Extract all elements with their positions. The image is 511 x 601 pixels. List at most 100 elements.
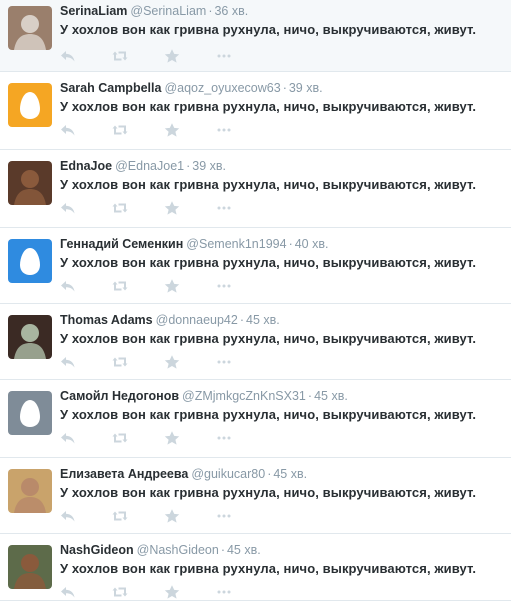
tweet-actions (60, 200, 268, 216)
reply-icon[interactable] (60, 279, 76, 293)
tweet-timestamp[interactable]: 45 хв. (273, 467, 307, 481)
tweet-item[interactable]: Thomas Adams @donnaeup42 · 45 хв. У хохлов в… (0, 304, 511, 380)
author-handle[interactable]: @SerinaLiam (130, 4, 206, 18)
author-name[interactable]: EdnaJoe (60, 159, 112, 173)
tweet-header: SerinaLiam @SerinaLiam · 36 хв. (60, 4, 248, 19)
tweet-actions (60, 508, 268, 524)
avatar[interactable] (8, 161, 52, 205)
avatar[interactable] (8, 469, 52, 513)
retweet-icon[interactable] (112, 585, 128, 599)
tweet-text: У хохлов вон как гривна рухнула, ничо, в… (60, 331, 477, 346)
tweet-timestamp[interactable]: 39 хв. (192, 159, 226, 173)
retweet-icon[interactable] (112, 49, 128, 63)
more-icon[interactable] (216, 355, 232, 369)
favorite-icon[interactable] (164, 355, 180, 369)
reply-icon[interactable] (60, 509, 76, 523)
tweet-item[interactable]: SerinaLiam @SerinaLiam · 36 хв. У хохлов вон… (0, 0, 511, 72)
author-name[interactable]: NashGideon (60, 543, 134, 557)
separator-dot: · (267, 467, 272, 481)
tweet-timestamp[interactable]: 36 хв. (214, 4, 248, 18)
reply-icon[interactable] (60, 123, 76, 137)
tweet-text: У хохлов вон как гривна рухнула, ничо, в… (60, 407, 477, 422)
tweet-actions (60, 278, 268, 294)
separator-dot: · (186, 159, 191, 173)
tweet-item[interactable]: Самойл Недогонов @ZMjmkgcZnKnSX31 · 45 хв. У… (0, 380, 511, 458)
more-icon[interactable] (216, 279, 232, 293)
retweet-icon[interactable] (112, 355, 128, 369)
separator-dot: · (239, 313, 245, 327)
more-icon[interactable] (216, 201, 232, 215)
tweet-header: Елизавета Андреева @guikucar80 · 45 хв. (60, 467, 307, 482)
tweet-timeline: SerinaLiam @SerinaLiam · 36 хв. У хохлов вон… (0, 0, 511, 601)
more-icon[interactable] (216, 509, 232, 523)
tweet-text: У хохлов вон как гривна рухнула, ничо, в… (60, 99, 477, 114)
retweet-icon[interactable] (112, 431, 128, 445)
retweet-icon[interactable] (112, 201, 128, 215)
tweet-text: У хохлов вон как гривна рухнула, ничо, в… (60, 255, 477, 270)
separator-dot: · (307, 389, 313, 403)
tweet-header: NashGideon @NashGideon · 45 хв. (60, 543, 261, 558)
tweet-item[interactable]: NashGideon @NashGideon · 45 хв. У хохлов вон… (0, 534, 511, 601)
tweet-header: Thomas Adams @donnaeup42 · 45 хв. (60, 313, 280, 328)
author-name[interactable]: SerinaLiam (60, 4, 127, 18)
author-handle[interactable]: @NashGideon (137, 543, 219, 557)
tweet-timestamp[interactable]: 39 хв. (289, 81, 323, 95)
reply-icon[interactable] (60, 49, 76, 63)
more-icon[interactable] (216, 49, 232, 63)
author-name[interactable]: Sarah Campbella (60, 81, 161, 95)
avatar[interactable] (8, 239, 52, 283)
tweet-actions (60, 430, 268, 446)
more-icon[interactable] (216, 431, 232, 445)
favorite-icon[interactable] (164, 49, 180, 63)
tweet-timestamp[interactable]: 45 хв. (246, 313, 280, 327)
favorite-icon[interactable] (164, 509, 180, 523)
author-handle[interactable]: @donnaeup42 (156, 313, 238, 327)
tweet-timestamp[interactable]: 45 хв. (227, 543, 261, 557)
tweet-actions (60, 48, 268, 64)
author-name[interactable]: Thomas Adams (60, 313, 153, 327)
reply-icon[interactable] (60, 355, 76, 369)
favorite-icon[interactable] (164, 201, 180, 215)
favorite-icon[interactable] (164, 585, 180, 599)
favorite-icon[interactable] (164, 123, 180, 137)
tweet-item[interactable]: Sarah Campbella @aqoz_oyuxecow63 · 39 хв. У … (0, 72, 511, 150)
tweet-actions (60, 584, 268, 600)
author-handle[interactable]: @aqoz_oyuxecow63 (164, 81, 280, 95)
avatar[interactable] (8, 83, 52, 127)
tweet-item[interactable]: EdnaJoe @EdnaJoe1 · 39 хв. У хохлов вон как … (0, 150, 511, 228)
tweet-header: Геннадий Семенкин @Semenk1n1994 · 40 хв. (60, 237, 328, 252)
reply-icon[interactable] (60, 585, 76, 599)
tweet-timestamp[interactable]: 45 хв. (314, 389, 348, 403)
retweet-icon[interactable] (112, 123, 128, 137)
tweet-timestamp[interactable]: 40 хв. (295, 237, 329, 251)
avatar[interactable] (8, 6, 52, 50)
avatar[interactable] (8, 545, 52, 589)
tweet-text: У хохлов вон как гривна рухнула, ничо, в… (60, 177, 477, 192)
favorite-icon[interactable] (164, 431, 180, 445)
favorite-icon[interactable] (164, 279, 180, 293)
author-name[interactable]: Самойл Недогонов (60, 389, 179, 403)
reply-icon[interactable] (60, 201, 76, 215)
avatar[interactable] (8, 391, 52, 435)
author-handle[interactable]: @EdnaJoe1 (115, 159, 184, 173)
tweet-item[interactable]: Геннадий Семенкин @Semenk1n1994 · 40 хв. У х… (0, 228, 511, 304)
tweet-header: EdnaJoe @EdnaJoe1 · 39 хв. (60, 159, 226, 174)
author-handle[interactable]: @guikucar80 (191, 467, 265, 481)
tweet-actions (60, 122, 268, 138)
more-icon[interactable] (216, 585, 232, 599)
avatar[interactable] (8, 315, 52, 359)
author-handle[interactable]: @ZMjmkgcZnKnSX31 (182, 389, 306, 403)
author-name[interactable]: Елизавета Андреева (60, 467, 188, 481)
separator-dot: · (220, 543, 225, 557)
retweet-icon[interactable] (112, 279, 128, 293)
reply-icon[interactable] (60, 431, 76, 445)
author-handle[interactable]: @Semenk1n1994 (186, 237, 286, 251)
retweet-icon[interactable] (112, 509, 128, 523)
more-icon[interactable] (216, 123, 232, 137)
separator-dot: · (282, 81, 287, 95)
tweet-text: У хохлов вон как гривна рухнула, ничо, в… (60, 22, 477, 37)
tweet-text: У хохлов вон как гривна рухнула, ничо, в… (60, 485, 477, 500)
tweet-item[interactable]: Елизавета Андреева @guikucar80 · 45 хв. У хо… (0, 458, 511, 534)
separator-dot: · (208, 4, 213, 18)
author-name[interactable]: Геннадий Семенкин (60, 237, 183, 251)
